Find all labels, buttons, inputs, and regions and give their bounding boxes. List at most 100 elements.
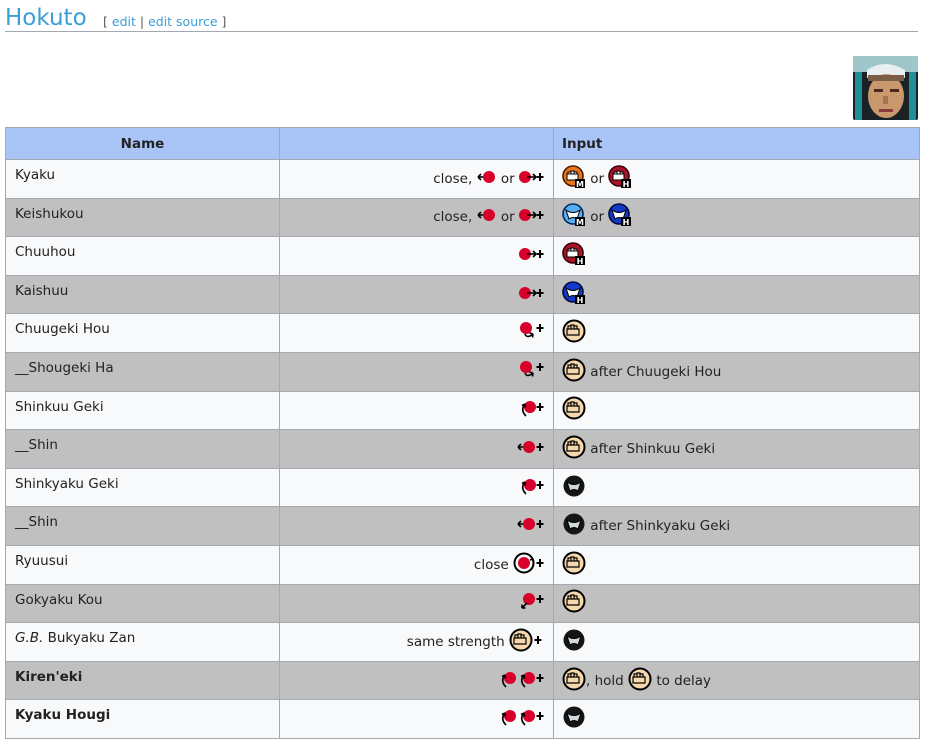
table-header-row: Name Input <box>5 127 920 160</box>
input-delay-text: to delay <box>656 672 712 689</box>
joystick-down-forward-arc-icon <box>519 359 545 385</box>
table-row: Kyaku close, or M or H <box>5 159 920 199</box>
kick-icon <box>562 512 586 540</box>
move-motion: same strength <box>279 622 554 662</box>
punch-icon <box>562 551 586 579</box>
character-portrait <box>853 56 918 120</box>
move-motion <box>279 583 554 624</box>
joystick-down-forward-arc-icon <box>519 320 545 346</box>
move-input: , hold to delay <box>553 660 920 701</box>
joystick-up-arc-icon <box>517 397 545 423</box>
table-row: Chuugeki Hou <box>5 313 920 353</box>
svg-text:M: M <box>576 180 584 189</box>
motion-text: close, <box>433 170 473 187</box>
move-name: __Shougeki Ha <box>5 351 280 392</box>
bracket-close: ] <box>221 14 227 29</box>
punch-icon <box>562 667 586 695</box>
table-row: Ryuusui close <box>5 544 920 585</box>
move-motion <box>279 506 554 546</box>
move-name: Keishukou <box>5 197 280 238</box>
motion-text: close, <box>433 209 473 226</box>
table-row: Chuuhou H <box>5 236 920 276</box>
move-motion <box>279 660 554 701</box>
move-input <box>553 390 920 431</box>
move-name: __Shin <box>5 506 280 546</box>
input-or: or <box>590 170 605 187</box>
move-input: M or H <box>553 197 920 238</box>
move-name: Chuugeki Hou <box>5 313 280 353</box>
page-title: Hokuto <box>5 5 87 31</box>
move-name: Shinkuu Geki <box>5 390 280 431</box>
svg-text:H: H <box>577 296 584 305</box>
joystick-forward-icon <box>519 208 545 226</box>
joystick-back-icon <box>477 208 497 226</box>
move-name: Kiren'eki <box>5 660 280 701</box>
move-name-text: Bukyaku Zan <box>47 630 136 647</box>
move-motion <box>279 390 554 431</box>
move-list-table: Name Input Kyaku close, or M or H Keishu… <box>5 127 920 739</box>
joystick-back-icon <box>477 170 497 188</box>
table-row: Kiren'eki , hold to delay <box>5 660 920 701</box>
move-motion: close <box>279 544 554 585</box>
column-header-input: Input <box>553 127 920 160</box>
motion-or: or <box>500 170 515 187</box>
move-input: after Shinkuu Geki <box>553 429 920 469</box>
move-motion <box>279 236 554 276</box>
move-input: after Shinkyaku Geki <box>553 506 920 546</box>
table-row: G.B. Bukyaku Zan same strength <box>5 622 920 662</box>
move-motion: close, or <box>279 197 554 238</box>
move-name: Ryuusui <box>5 544 280 585</box>
bracket-open: [ <box>103 14 108 29</box>
table-row: Shinkuu Geki <box>5 390 920 431</box>
move-name: Kyaku Hougi <box>5 699 280 739</box>
svg-text:H: H <box>623 218 630 227</box>
move-name: Kaishuu <box>5 274 280 315</box>
input-hold-text: , hold <box>586 672 624 689</box>
move-input: H <box>553 274 920 315</box>
punch-icon <box>628 667 652 695</box>
move-input <box>553 544 920 585</box>
column-header-name: Name <box>5 127 280 160</box>
move-input <box>553 699 920 739</box>
table-row: Gokyaku Kou <box>5 583 920 624</box>
edit-link[interactable]: edit <box>112 14 136 29</box>
joystick-double-up-arc-icon <box>497 668 545 694</box>
move-name: __Shin <box>5 429 280 469</box>
move-name: G.B. Bukyaku Zan <box>5 622 280 662</box>
input-after-text: after Chuugeki Hou <box>590 363 722 380</box>
joystick-full-circle-icon <box>513 551 545 579</box>
joystick-back-forward-icon <box>517 440 545 458</box>
move-input <box>553 583 920 624</box>
move-input <box>553 467 920 508</box>
kick-icon <box>562 474 586 502</box>
kick-icon <box>562 628 586 656</box>
svg-text:H: H <box>577 257 584 266</box>
move-motion <box>279 274 554 315</box>
move-name: Chuuhou <box>5 236 280 276</box>
punch-icon <box>562 358 586 386</box>
heavy-kick-icon: H <box>608 203 632 231</box>
table-row: Keishukou close, or M or H <box>5 197 920 238</box>
svg-text:M: M <box>576 218 584 227</box>
table-row: Kyaku Hougi <box>5 699 920 739</box>
page-header: Hokuto [ edit | edit source ] <box>5 4 918 32</box>
move-name: Gokyaku Kou <box>5 583 280 624</box>
move-motion <box>279 699 554 739</box>
table-row: Shinkyaku Geki <box>5 467 920 508</box>
punch-plus-icon <box>509 628 545 656</box>
move-motion: close, or <box>279 159 554 199</box>
joystick-down-back-icon <box>519 591 545 615</box>
move-input: after Chuugeki Hou <box>553 351 920 392</box>
move-motion <box>279 467 554 508</box>
move-motion <box>279 429 554 469</box>
joystick-forward-icon <box>519 170 545 188</box>
input-after-text: after Shinkyaku Geki <box>590 518 731 535</box>
joystick-forward-icon <box>519 247 545 265</box>
edit-source-link[interactable]: edit source <box>148 14 217 29</box>
joystick-forward-icon <box>519 286 545 304</box>
move-input: H <box>553 236 920 276</box>
punch-icon <box>562 396 586 424</box>
input-or: or <box>590 209 605 226</box>
heavy-kick-icon: H <box>562 280 586 309</box>
kick-icon <box>562 705 586 733</box>
